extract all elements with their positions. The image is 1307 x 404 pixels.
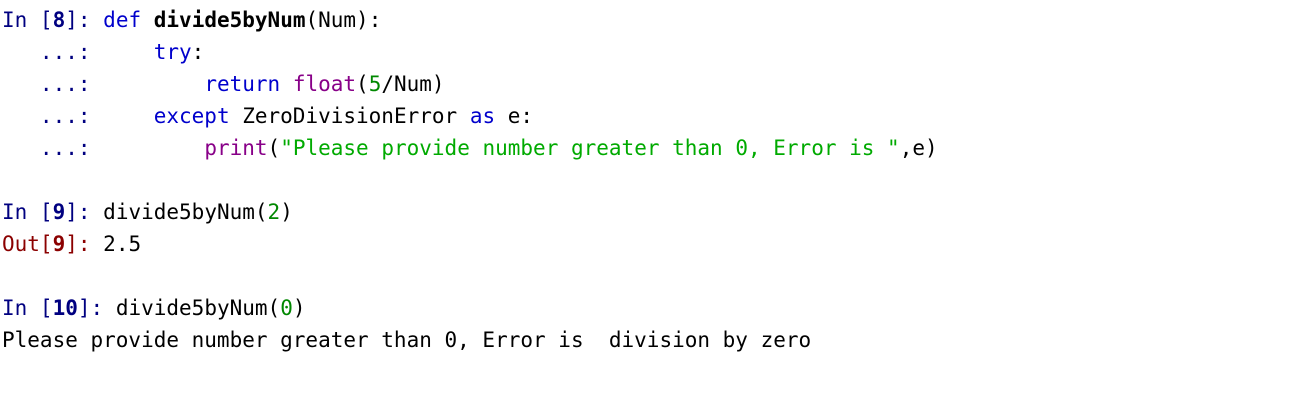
prompt-number: 10 xyxy=(52,296,78,320)
builtin-print: print xyxy=(204,136,268,160)
prompt-suffix: ]: xyxy=(65,8,104,32)
builtin-float: float xyxy=(292,72,357,96)
continuation-prompt: ...: xyxy=(2,72,91,96)
stdout-text: Please provide number greater than 0, Er… xyxy=(2,328,812,352)
prompt-suffix: ]: xyxy=(77,296,116,320)
number-literal: 2 xyxy=(267,200,281,224)
colon: : xyxy=(191,40,205,64)
string-literal: "Please provide number greater than 0, E… xyxy=(280,136,900,160)
input-prompt: In [8]: xyxy=(2,8,103,32)
paren: ( xyxy=(356,72,369,96)
function-call: divide5byNum( xyxy=(103,200,268,224)
function-args: (Num): xyxy=(305,8,382,32)
print-args-tail: ,e) xyxy=(899,136,938,160)
paren: ( xyxy=(267,136,281,160)
input-prompt: In [9]: xyxy=(2,200,103,224)
exception-variable: e: xyxy=(495,104,534,128)
output-line: Out[9]: 2.5 xyxy=(2,228,1307,260)
code-line: ...: except ZeroDivisionError as e: xyxy=(2,100,1307,132)
output-prompt: Out[9]: xyxy=(2,232,103,256)
continuation-prompt: ...: xyxy=(2,136,91,160)
exception-name: ZeroDivisionError xyxy=(229,104,470,128)
division-expression: /Num) xyxy=(381,72,445,96)
function-call: divide5byNum( xyxy=(115,296,281,320)
number-literal: 0 xyxy=(280,296,293,320)
code-line: ...: try: xyxy=(2,36,1307,68)
keyword-except: except xyxy=(153,104,230,128)
code-line: In [10]: divide5byNum(0) xyxy=(2,292,1307,324)
prompt-prefix: In [ xyxy=(2,200,53,224)
prompt-prefix: Out[ xyxy=(2,232,53,256)
output-value: 2.5 xyxy=(103,232,142,256)
keyword-as: as xyxy=(469,104,496,128)
stdout-line: Please provide number greater than 0, Er… xyxy=(2,324,1307,356)
keyword-def: def xyxy=(103,8,142,32)
prompt-number: 9 xyxy=(52,200,66,224)
continuation-prompt: ...: xyxy=(2,104,91,128)
input-prompt: In [10]: xyxy=(2,296,116,320)
code-line: ...: print("Please provide number greate… xyxy=(2,132,1307,164)
code-line: ...: return float(5/Num) xyxy=(2,68,1307,100)
number-literal: 5 xyxy=(368,72,382,96)
code-line: In [9]: divide5byNum(2) xyxy=(2,196,1307,228)
keyword-return: return xyxy=(204,72,281,96)
paren: ) xyxy=(280,200,293,224)
ipython-console[interactable]: In [8]: def divide5byNum(Num): ...: try:… xyxy=(0,0,1307,404)
prompt-suffix: ]: xyxy=(65,232,104,256)
function-name: divide5byNum xyxy=(153,8,306,32)
continuation-prompt: ...: xyxy=(2,40,91,64)
keyword-try: try xyxy=(153,40,192,64)
prompt-number: 9 xyxy=(52,232,66,256)
prompt-prefix: In [ xyxy=(2,8,53,32)
code-line: In [8]: def divide5byNum(Num): xyxy=(2,4,1307,36)
prompt-number: 8 xyxy=(52,8,66,32)
prompt-prefix: In [ xyxy=(2,296,53,320)
prompt-suffix: ]: xyxy=(65,200,104,224)
paren: ) xyxy=(292,296,306,320)
